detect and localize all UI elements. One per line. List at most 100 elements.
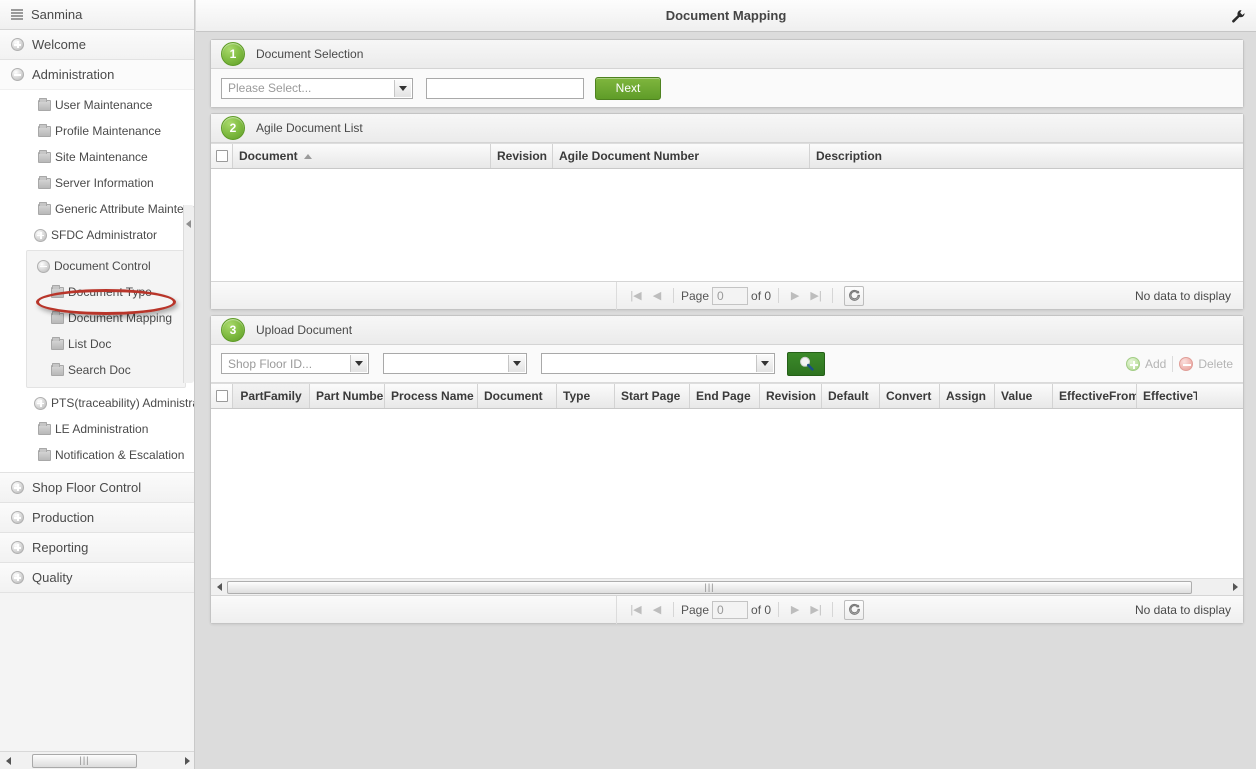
sidebar-item-user-maintenance[interactable]: User Maintenance	[0, 92, 194, 118]
plus-circle-icon	[34, 228, 47, 242]
select-all-checkbox[interactable]	[215, 150, 228, 162]
refresh-icon[interactable]	[844, 285, 865, 306]
page-label: Page	[681, 602, 710, 617]
scroll-track[interactable]: |||	[227, 580, 1227, 594]
search-button[interactable]	[787, 351, 825, 376]
scroll-thumb[interactable]: |||	[227, 580, 1192, 594]
sidebar-item-site-maintenance[interactable]: Site Maintenance	[0, 144, 194, 170]
column-header-convert[interactable]: Convert	[880, 384, 940, 408]
add-circle-icon	[1125, 356, 1140, 371]
column-header-start-page[interactable]: Start Page	[615, 384, 690, 408]
sidebar-item-document-control[interactable]: Document Control	[27, 253, 185, 279]
sidebar-group-production[interactable]: Production	[0, 503, 194, 533]
column-header-partfamily[interactable]: PartFamily	[233, 384, 310, 408]
column-header-process-name[interactable]: Process Name	[385, 384, 478, 408]
column-header-end-page[interactable]: End Page	[690, 384, 760, 408]
last-page-icon[interactable]: ▶|	[807, 601, 825, 619]
chevron-down-icon[interactable]	[394, 79, 411, 97]
brand-header[interactable]: Sanmina	[0, 0, 194, 30]
column-header-assign[interactable]: Assign	[940, 384, 995, 408]
sidebar-item-list-doc[interactable]: List Doc	[27, 331, 185, 357]
scroll-right-icon[interactable]	[179, 753, 194, 769]
chevron-down-icon[interactable]	[350, 355, 367, 372]
minus-circle-icon	[11, 68, 24, 81]
sidebar-item-search-doc[interactable]: Search Doc	[27, 357, 185, 383]
last-page-icon[interactable]: ▶|	[807, 287, 825, 305]
page-number-input[interactable]	[712, 286, 749, 305]
scroll-thumb[interactable]: |||	[32, 753, 137, 768]
scroll-right-icon[interactable]	[1227, 579, 1243, 595]
chevron-down-icon[interactable]	[508, 355, 525, 372]
shop-floor-id-select[interactable]: Shop Floor ID...	[221, 353, 369, 374]
folder-icon	[51, 284, 64, 298]
tree-item-label: LE Administration	[55, 422, 149, 436]
sidebar-vertical-scrollbar[interactable]	[183, 205, 194, 383]
folder-icon	[38, 447, 51, 461]
column-header-revision[interactable]: Revision	[760, 384, 822, 408]
scroll-left-icon[interactable]	[0, 753, 16, 769]
scroll-left-icon[interactable]	[211, 579, 227, 595]
grid-actions: Add Delete	[1125, 355, 1233, 372]
search-icon	[799, 356, 814, 371]
column-header-document[interactable]: Document	[233, 144, 491, 168]
sidebar-horizontal-scrollbar[interactable]: |||	[0, 751, 194, 769]
sidebar-item-document-mapping[interactable]: Document Mapping	[27, 305, 185, 331]
sidebar-group-administration[interactable]: Administration	[0, 60, 194, 90]
agile-document-grid-header: Document Revision Agile Document Number …	[211, 143, 1243, 169]
tree-item-label: Site Maintenance	[55, 150, 148, 164]
plus-circle-icon	[11, 511, 24, 524]
tertiary-select[interactable]	[541, 353, 775, 374]
document-type-select[interactable]: Please Select...	[221, 77, 413, 99]
column-header-default[interactable]: Default	[822, 384, 880, 408]
sidebar-group-shop-floor-control[interactable]: Shop Floor Control	[0, 473, 194, 503]
upload-grid-horizontal-scrollbar[interactable]: |||	[211, 578, 1243, 595]
sidebar-group-quality[interactable]: Quality	[0, 563, 194, 593]
sidebar-item-le-administration[interactable]: LE Administration	[0, 416, 194, 442]
agile-document-grid-body	[211, 169, 1243, 281]
agile-document-pager: |◀ ◀ Page of 0 ▶ ▶|	[211, 281, 1243, 310]
sidebar-item-document-type[interactable]: Document Type	[27, 279, 185, 305]
column-header-document[interactable]: Document	[478, 384, 557, 408]
column-header-description[interactable]: Description	[810, 144, 1235, 168]
column-header-revision[interactable]: Revision	[491, 144, 553, 168]
sidebar-group-reporting[interactable]: Reporting	[0, 533, 194, 563]
sidebar-item-generic-attribute-maintenance[interactable]: Generic Attribute Maintena	[0, 196, 194, 222]
delete-button[interactable]: Delete	[1179, 356, 1233, 371]
scroll-track[interactable]: |||	[16, 753, 179, 768]
pager-status: No data to display	[1134, 289, 1231, 303]
sidebar-group-welcome[interactable]: Welcome	[0, 30, 194, 60]
chevron-down-icon[interactable]	[756, 355, 773, 372]
sidebar-subgroup-document-control: Document Control Document Type Document …	[26, 250, 186, 388]
first-page-icon[interactable]: |◀	[627, 287, 645, 305]
prev-page-icon[interactable]: ◀	[648, 601, 666, 619]
refresh-icon[interactable]	[844, 599, 865, 620]
add-button[interactable]: Add	[1125, 356, 1166, 371]
column-header-agile-document-number[interactable]: Agile Document Number	[553, 144, 810, 168]
next-button[interactable]: Next	[595, 76, 661, 100]
select-all-checkbox[interactable]	[215, 390, 228, 402]
prev-page-icon[interactable]: ◀	[648, 287, 666, 305]
secondary-select[interactable]	[383, 353, 527, 374]
next-page-icon[interactable]: ▶	[786, 601, 804, 619]
document-selection-form: Please Select... Next	[211, 69, 1243, 107]
column-header-effectivefrom[interactable]: EffectiveFrom	[1053, 384, 1137, 408]
sidebar-item-sfdc-administrator[interactable]: SFDC Administrator	[0, 222, 194, 248]
select-all-header[interactable]	[211, 384, 233, 408]
column-header-effectiveto[interactable]: EffectiveTo	[1137, 384, 1197, 408]
column-header-type[interactable]: Type	[557, 384, 615, 408]
wrench-icon[interactable]	[1226, 4, 1250, 28]
collapse-left-icon[interactable]	[186, 220, 191, 228]
select-all-header[interactable]	[211, 144, 233, 168]
document-selection-panel: 1 Document Selection Please Select... Ne…	[210, 39, 1244, 108]
column-header-part-number[interactable]: Part Number	[310, 384, 385, 408]
document-number-input[interactable]	[426, 77, 584, 99]
sidebar-item-pts-administration[interactable]: PTS(traceability) Administra	[0, 390, 194, 416]
sidebar-item-notification-escalation[interactable]: Notification & Escalation	[0, 442, 194, 468]
next-page-icon[interactable]: ▶	[786, 287, 804, 305]
sidebar-item-profile-maintenance[interactable]: Profile Maintenance	[0, 118, 194, 144]
page-number-input[interactable]	[712, 600, 749, 619]
column-header-value[interactable]: Value	[995, 384, 1053, 408]
first-page-icon[interactable]: |◀	[627, 601, 645, 619]
sidebar-item-server-information[interactable]: Server Information	[0, 170, 194, 196]
main-content: Document Mapping 1 Document Selection Pl…	[196, 0, 1256, 769]
